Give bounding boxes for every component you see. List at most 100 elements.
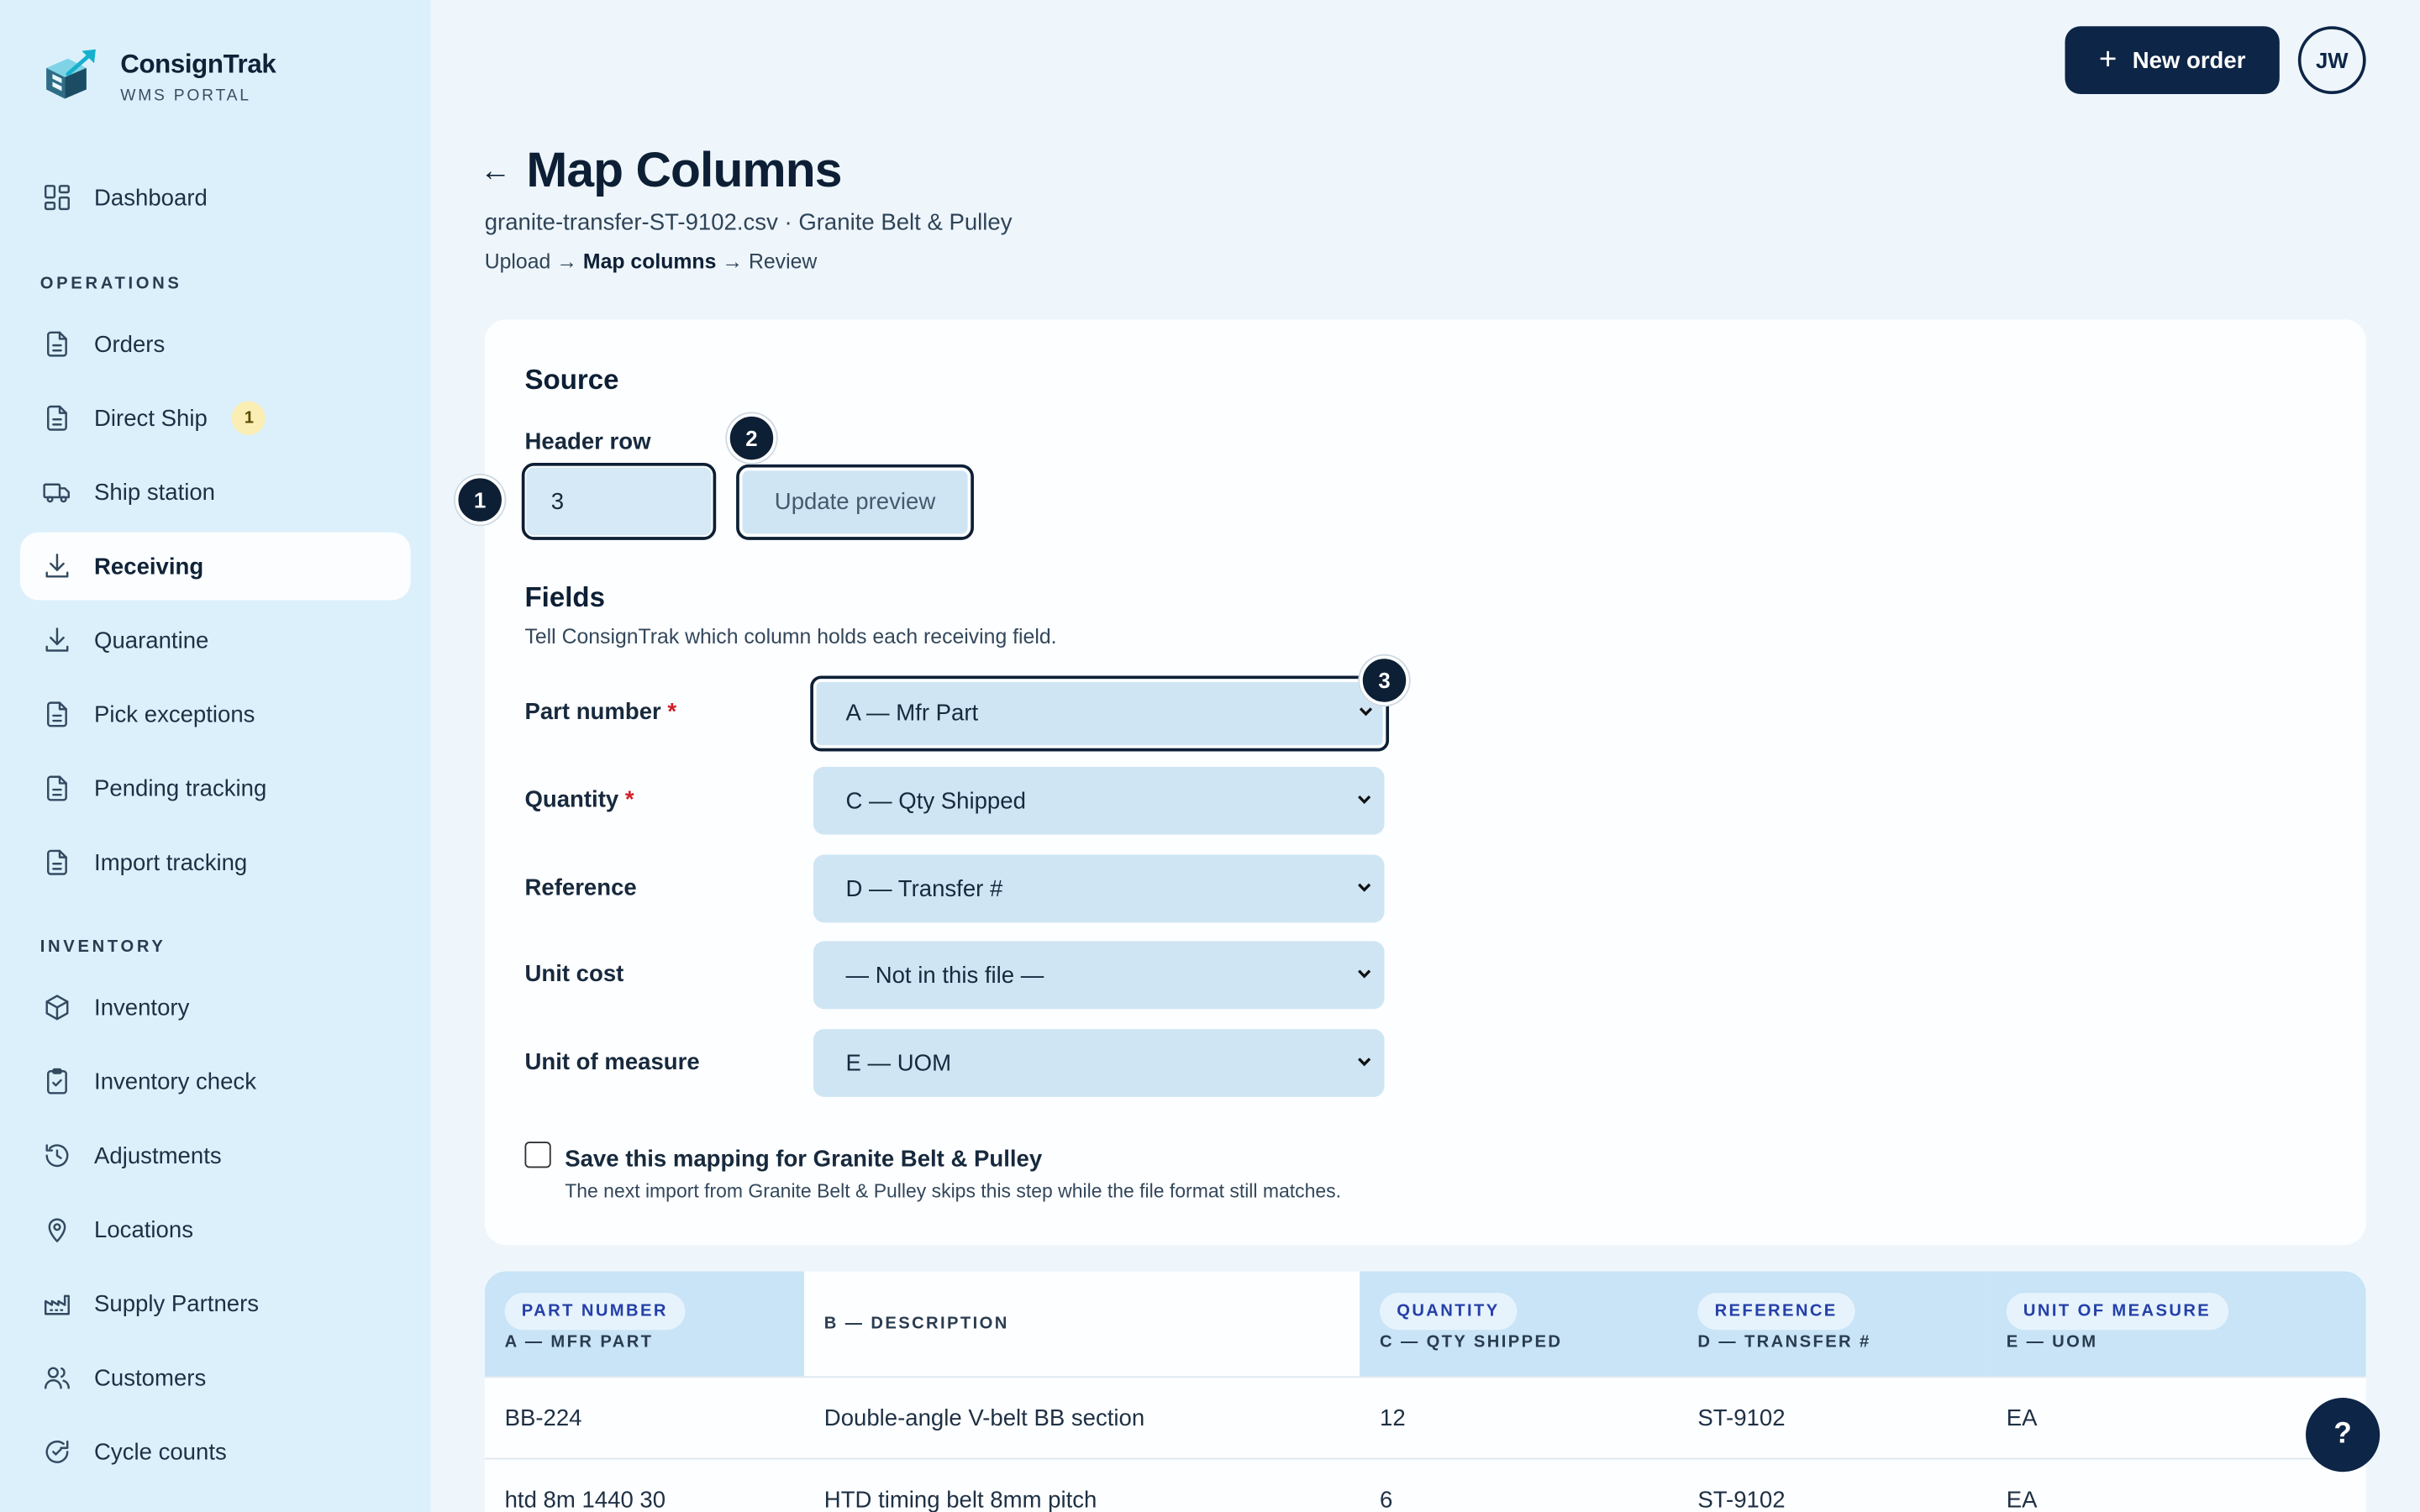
table-cell: ST-9102 — [1697, 1405, 1786, 1432]
step-marker-3: 3 — [1360, 655, 1409, 706]
sidebar-item-receiving[interactable]: Receiving — [19, 532, 411, 601]
back-arrow-icon[interactable]: ← — [480, 155, 511, 190]
reference-select[interactable]: D — Transfer # — [813, 854, 1385, 923]
quantity-select[interactable]: C — Qty Shipped — [813, 766, 1385, 835]
sidebar-item-label: Inventory — [94, 994, 190, 1021]
fields-description: Tell ConsignTrak which column holds each… — [524, 624, 1057, 648]
mapped-field-pill: QUANTITY — [1380, 1293, 1517, 1331]
select-value: C — Qty Shipped — [845, 787, 1026, 814]
mapped-field-pill: UNIT OF MEASURE — [2006, 1293, 2228, 1331]
unit-of-measure-select[interactable]: E — UOM — [813, 1029, 1385, 1097]
sidebar-item-label: Import tracking — [94, 849, 248, 876]
chevron-down-icon — [1358, 883, 1371, 892]
chevron-down-icon — [1358, 795, 1371, 805]
sidebar-item-adjustments[interactable]: Adjustments — [20, 1121, 411, 1189]
column-header-description: B — DESCRIPTION — [804, 1271, 1360, 1376]
document-icon — [47, 405, 67, 431]
fields-heading: Fields — [524, 581, 606, 613]
required-mark: * — [624, 786, 634, 813]
sidebar-item-pending-tracking[interactable]: Pending tracking — [20, 754, 411, 822]
app-root: ConsignTrak WMS PORTAL Dashboard OPERATI… — [0, 0, 2420, 1512]
column-header-quantity: QUANTITY C — QTY SHIPPED — [1360, 1271, 1678, 1377]
column-header-unit-of-measure: UNIT OF MEASURE E — UOM — [1986, 1271, 2366, 1377]
table-cell: ST-9102 — [1697, 1487, 1786, 1512]
source-column-name: B — DESCRIPTION — [823, 1314, 1009, 1333]
refresh-check-icon — [45, 1440, 69, 1463]
sidebar-item-import-tracking[interactable]: Import tracking — [20, 828, 411, 896]
sidebar-item-label: Adjustments — [94, 1142, 222, 1169]
sidebar-item-label: Pick exceptions — [94, 701, 255, 728]
update-preview-button[interactable]: Update preview — [736, 464, 974, 540]
field-label-unit-cost: Unit cost — [524, 961, 624, 988]
dashboard-icon — [44, 185, 70, 211]
help-button[interactable]: ? — [2306, 1398, 2381, 1473]
header-row-input[interactable]: 3 — [521, 463, 717, 540]
field-label-part-number: Part number * — [524, 699, 676, 725]
table-row: BB-224 Double-angle V-belt BB section 12… — [484, 1376, 2366, 1457]
sidebar-item-label: Ship station — [94, 479, 216, 506]
table-cell: EA — [2006, 1487, 2038, 1512]
sidebar: ConsignTrak WMS PORTAL Dashboard OPERATI… — [0, 0, 431, 1512]
sidebar-section-operations: OPERATIONS — [39, 274, 182, 293]
table-cell: 6 — [1380, 1487, 1393, 1512]
brand-subtitle: WMS PORTAL — [120, 86, 251, 105]
source-heading: Source — [524, 364, 619, 396]
sidebar-item-dashboard[interactable]: Dashboard — [20, 164, 411, 232]
sidebar-item-label: Receiving — [94, 553, 204, 580]
truck-icon — [43, 483, 70, 503]
mapping-card — [484, 319, 2366, 1246]
history-icon — [45, 1144, 69, 1168]
sidebar-item-supply-partners[interactable]: Supply Partners — [20, 1270, 411, 1338]
required-mark: * — [667, 699, 677, 726]
source-column-name: E — UOM — [2006, 1332, 2098, 1352]
sidebar-item-orders[interactable]: Orders — [20, 310, 411, 378]
save-mapping-checkbox[interactable] — [524, 1142, 551, 1168]
sidebar-item-label: Quarantine — [94, 627, 209, 654]
table-row: htd 8m 1440 30 HTD timing belt 8mm pitch… — [484, 1457, 2366, 1512]
document-icon — [47, 701, 67, 727]
count-badge: 1 — [232, 401, 266, 435]
table-cell: 12 — [1380, 1405, 1406, 1432]
users-icon — [44, 1367, 70, 1389]
sidebar-item-ship-station[interactable]: Ship station — [20, 458, 411, 526]
sidebar-section-inventory: INVENTORY — [39, 937, 166, 957]
brand[interactable]: ConsignTrak WMS PORTAL — [40, 46, 276, 108]
sidebar-item-inventory-check[interactable]: Inventory check — [20, 1047, 411, 1116]
document-icon — [47, 849, 67, 875]
map-pin-icon — [48, 1218, 66, 1242]
part-number-select[interactable]: A — Mfr Part — [810, 675, 1390, 752]
table-header: PART NUMBER A — MFR PART B — DESCRIPTION… — [484, 1271, 2366, 1377]
select-value: D — Transfer # — [845, 875, 1003, 902]
chevron-down-icon — [1359, 707, 1373, 717]
unit-cost-select[interactable]: — Not in this file — — [813, 941, 1385, 1010]
factory-icon — [44, 1294, 70, 1315]
breadcrumb-review: → Review — [722, 249, 818, 274]
sidebar-item-customers[interactable]: Customers — [20, 1344, 411, 1412]
user-avatar[interactable]: JW — [2297, 26, 2366, 95]
sidebar-item-inventory[interactable]: Inventory — [20, 974, 411, 1042]
field-label-text: Quantity — [524, 786, 619, 813]
table-cell: HTD timing belt 8mm pitch — [823, 1487, 1097, 1512]
sidebar-item-label: Locations — [94, 1216, 193, 1243]
sidebar-item-direct-ship[interactable]: Direct Ship 1 — [20, 384, 411, 452]
header-row-label: Header row — [524, 428, 651, 455]
save-mapping-label[interactable]: Save this mapping for Granite Belt & Pul… — [565, 1147, 1042, 1173]
sidebar-item-label: Supply Partners — [94, 1290, 260, 1317]
sidebar-item-cycle-counts[interactable]: Cycle counts — [20, 1418, 411, 1486]
select-value: — Not in this file — — [845, 962, 1044, 989]
chevron-down-icon — [1358, 1058, 1371, 1067]
column-header-part-number: PART NUMBER A — MFR PART — [484, 1271, 804, 1377]
page-title: Map Columns — [526, 141, 842, 198]
file-info: granite-transfer-ST-9102.csv · Granite B… — [484, 209, 1013, 237]
download-icon — [45, 627, 69, 652]
new-order-button[interactable]: + New order — [2065, 26, 2280, 95]
sidebar-item-label: Pending tracking — [94, 774, 267, 802]
sidebar-item-quarantine[interactable]: Quarantine — [20, 606, 411, 675]
breadcrumb-current: Map columns — [582, 249, 717, 274]
box-icon — [45, 995, 69, 1021]
new-order-label: New order — [2132, 47, 2246, 74]
document-icon — [47, 775, 67, 801]
sidebar-item-pick-exceptions[interactable]: Pick exceptions — [20, 680, 411, 748]
sidebar-item-locations[interactable]: Locations — [20, 1195, 411, 1263]
field-label-unit-of-measure: Unit of measure — [524, 1048, 700, 1076]
